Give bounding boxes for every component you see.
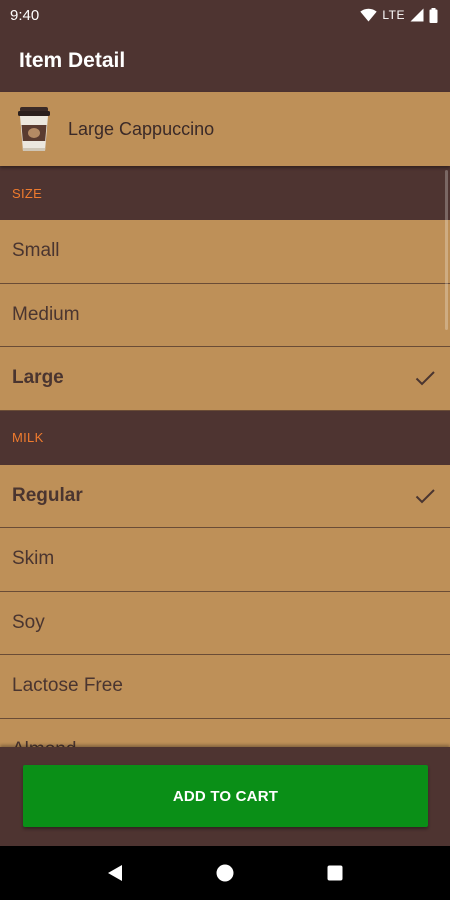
milk-option-soy[interactable]: Soy [0,591,450,655]
back-icon [108,865,122,881]
milk-option-lactose-free[interactable]: Lactose Free [0,655,450,719]
page-title: Item Detail [19,49,126,72]
size-option-medium[interactable]: Medium [0,283,450,347]
options-list[interactable]: SIZE Small Medium Large MILK Regular Ski… [0,166,450,747]
milk-option-skim[interactable]: Skim [0,528,450,592]
status-time: 9:40 [10,6,40,24]
size-option-small[interactable]: Small [0,220,450,284]
network-type: LTE [382,8,405,22]
option-label: Large [12,367,64,389]
scrollbar[interactable] [445,170,448,330]
checkmark-icon [415,371,435,386]
option-label: Regular [12,484,83,506]
battery-icon [429,7,438,23]
status-icons: LTE [360,7,438,23]
section-header-milk: MILK [0,410,450,465]
recents-button[interactable] [315,853,355,893]
system-nav-bar [0,846,450,900]
option-label: Small [12,240,60,262]
bottom-panel: ADD TO CART [0,747,450,846]
section-header-size: SIZE [0,166,450,220]
home-button[interactable] [205,853,245,893]
checkmark-icon [415,489,435,504]
option-label: Medium [12,303,80,325]
item-name: Large Cappuccino [68,118,215,139]
recents-icon [327,865,343,881]
option-label: Lactose Free [12,675,123,697]
milk-option-regular[interactable]: Regular [0,464,450,528]
back-button[interactable] [95,853,135,893]
status-bar: 9:40 LTE [0,0,450,30]
milk-option-almond[interactable]: Almond [0,718,450,747]
size-option-large[interactable]: Large [0,347,450,411]
item-header: Large Cappuccino [0,92,450,166]
add-to-cart-button[interactable]: ADD TO CART [23,765,428,827]
option-label: Soy [12,611,45,633]
wifi-icon [360,8,378,22]
option-label: Skim [12,548,55,570]
app-bar: Item Detail [0,30,450,92]
home-icon [216,864,234,882]
coffee-cup-icon [18,107,50,151]
signal-icon [410,8,424,22]
option-label: Almond [12,739,76,747]
